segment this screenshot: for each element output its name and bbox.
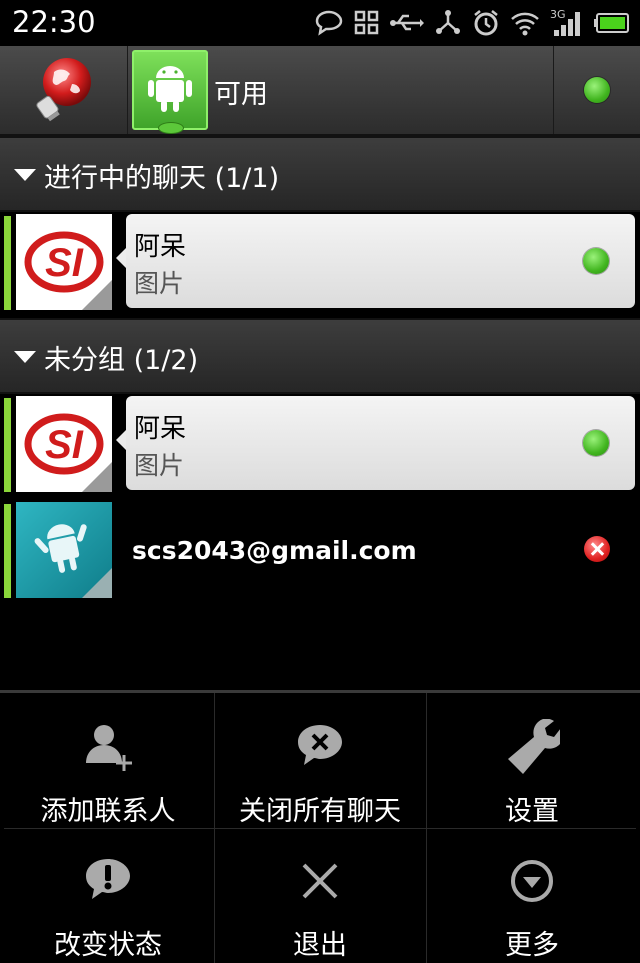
contact-bubble[interactable]: 阿呆 图片	[116, 214, 635, 308]
status-bar: 22:30 3G	[0, 0, 640, 46]
menu-label: 更多	[505, 930, 559, 961]
offline-status-icon	[584, 536, 610, 562]
menu-label: 设置	[505, 796, 559, 827]
group-title: 未分组 (1/2)	[44, 345, 199, 376]
share-icon	[436, 10, 460, 34]
menu-label: 改变状态	[54, 930, 162, 961]
usb-icon	[390, 14, 424, 31]
contact-avatar	[16, 502, 112, 598]
menu-label: 退出	[293, 930, 347, 961]
status-icons: 3G	[314, 7, 630, 39]
account-bar: 可用	[0, 46, 640, 136]
contact-color-bar	[4, 398, 11, 492]
add-person-icon	[86, 725, 132, 771]
menu-label: 添加联系人	[40, 796, 176, 827]
status-time: 22:30	[12, 5, 96, 39]
android-icon	[148, 66, 192, 112]
contact-status-text: 图片	[134, 451, 185, 480]
contact-name: 阿呆	[134, 232, 187, 262]
globe-bulb-icon	[36, 58, 91, 122]
svg-text:SI: SI	[45, 241, 84, 285]
more-icon	[511, 860, 553, 902]
contact-row[interactable]: scs2043@gmail.com	[0, 500, 640, 600]
alarm-icon	[474, 10, 498, 36]
chat-icon	[315, 10, 343, 36]
contact-avatar: SI	[16, 214, 112, 310]
group-header-ungrouped[interactable]: 未分组 (1/2)	[0, 318, 640, 394]
contact-color-bar	[4, 216, 11, 310]
signal-icon: 3G	[550, 8, 584, 38]
presence-status-label[interactable]: 可用	[214, 72, 268, 111]
online-status-icon	[584, 77, 610, 103]
contact-name: 阿呆	[134, 414, 187, 444]
online-status-icon	[583, 248, 609, 274]
exit-button[interactable]: 退出	[214, 829, 426, 961]
group-header-active-chats[interactable]: 进行中的聊天 (1/1)	[0, 136, 640, 212]
wrench-icon	[508, 719, 560, 774]
app-logo-button[interactable]	[0, 46, 128, 134]
svg-text:SI: SI	[45, 423, 84, 467]
contact-status-text: 图片	[134, 269, 185, 298]
contact-color-bar	[4, 504, 11, 598]
contact-row[interactable]: SI 阿呆 图片	[0, 394, 640, 494]
self-avatar[interactable]	[132, 50, 208, 134]
grid-icon	[354, 10, 379, 35]
collapse-triangle-icon	[14, 351, 36, 363]
contact-name: scs2043@gmail.com	[132, 536, 417, 565]
add-contact-button[interactable]: 添加联系人	[2, 695, 214, 827]
more-button[interactable]: 更多	[426, 829, 638, 961]
menu-label: 关闭所有聊天	[239, 796, 401, 827]
close-chat-icon	[298, 725, 342, 765]
wifi-icon	[511, 12, 539, 36]
contact-row[interactable]: SI 阿呆 图片	[0, 212, 640, 312]
change-status-button[interactable]: 改变状态	[2, 829, 214, 961]
contact-bubble[interactable]: 阿呆 图片	[116, 396, 635, 490]
battery-icon	[594, 13, 629, 33]
options-menu: 添加联系人 关闭所有聊天 设置 改变状态 退出 更多	[0, 690, 640, 963]
online-status-icon	[583, 430, 609, 456]
close-all-chats-button[interactable]: 关闭所有聊天	[214, 695, 426, 827]
settings-button[interactable]: 设置	[426, 695, 638, 827]
presence-indicator-button[interactable]	[553, 46, 640, 134]
exclamation-icon	[86, 859, 130, 899]
x-icon	[302, 863, 338, 899]
collapse-triangle-icon	[14, 169, 36, 181]
contact-avatar: SI	[16, 396, 112, 492]
group-title: 进行中的聊天 (1/1)	[44, 163, 280, 194]
